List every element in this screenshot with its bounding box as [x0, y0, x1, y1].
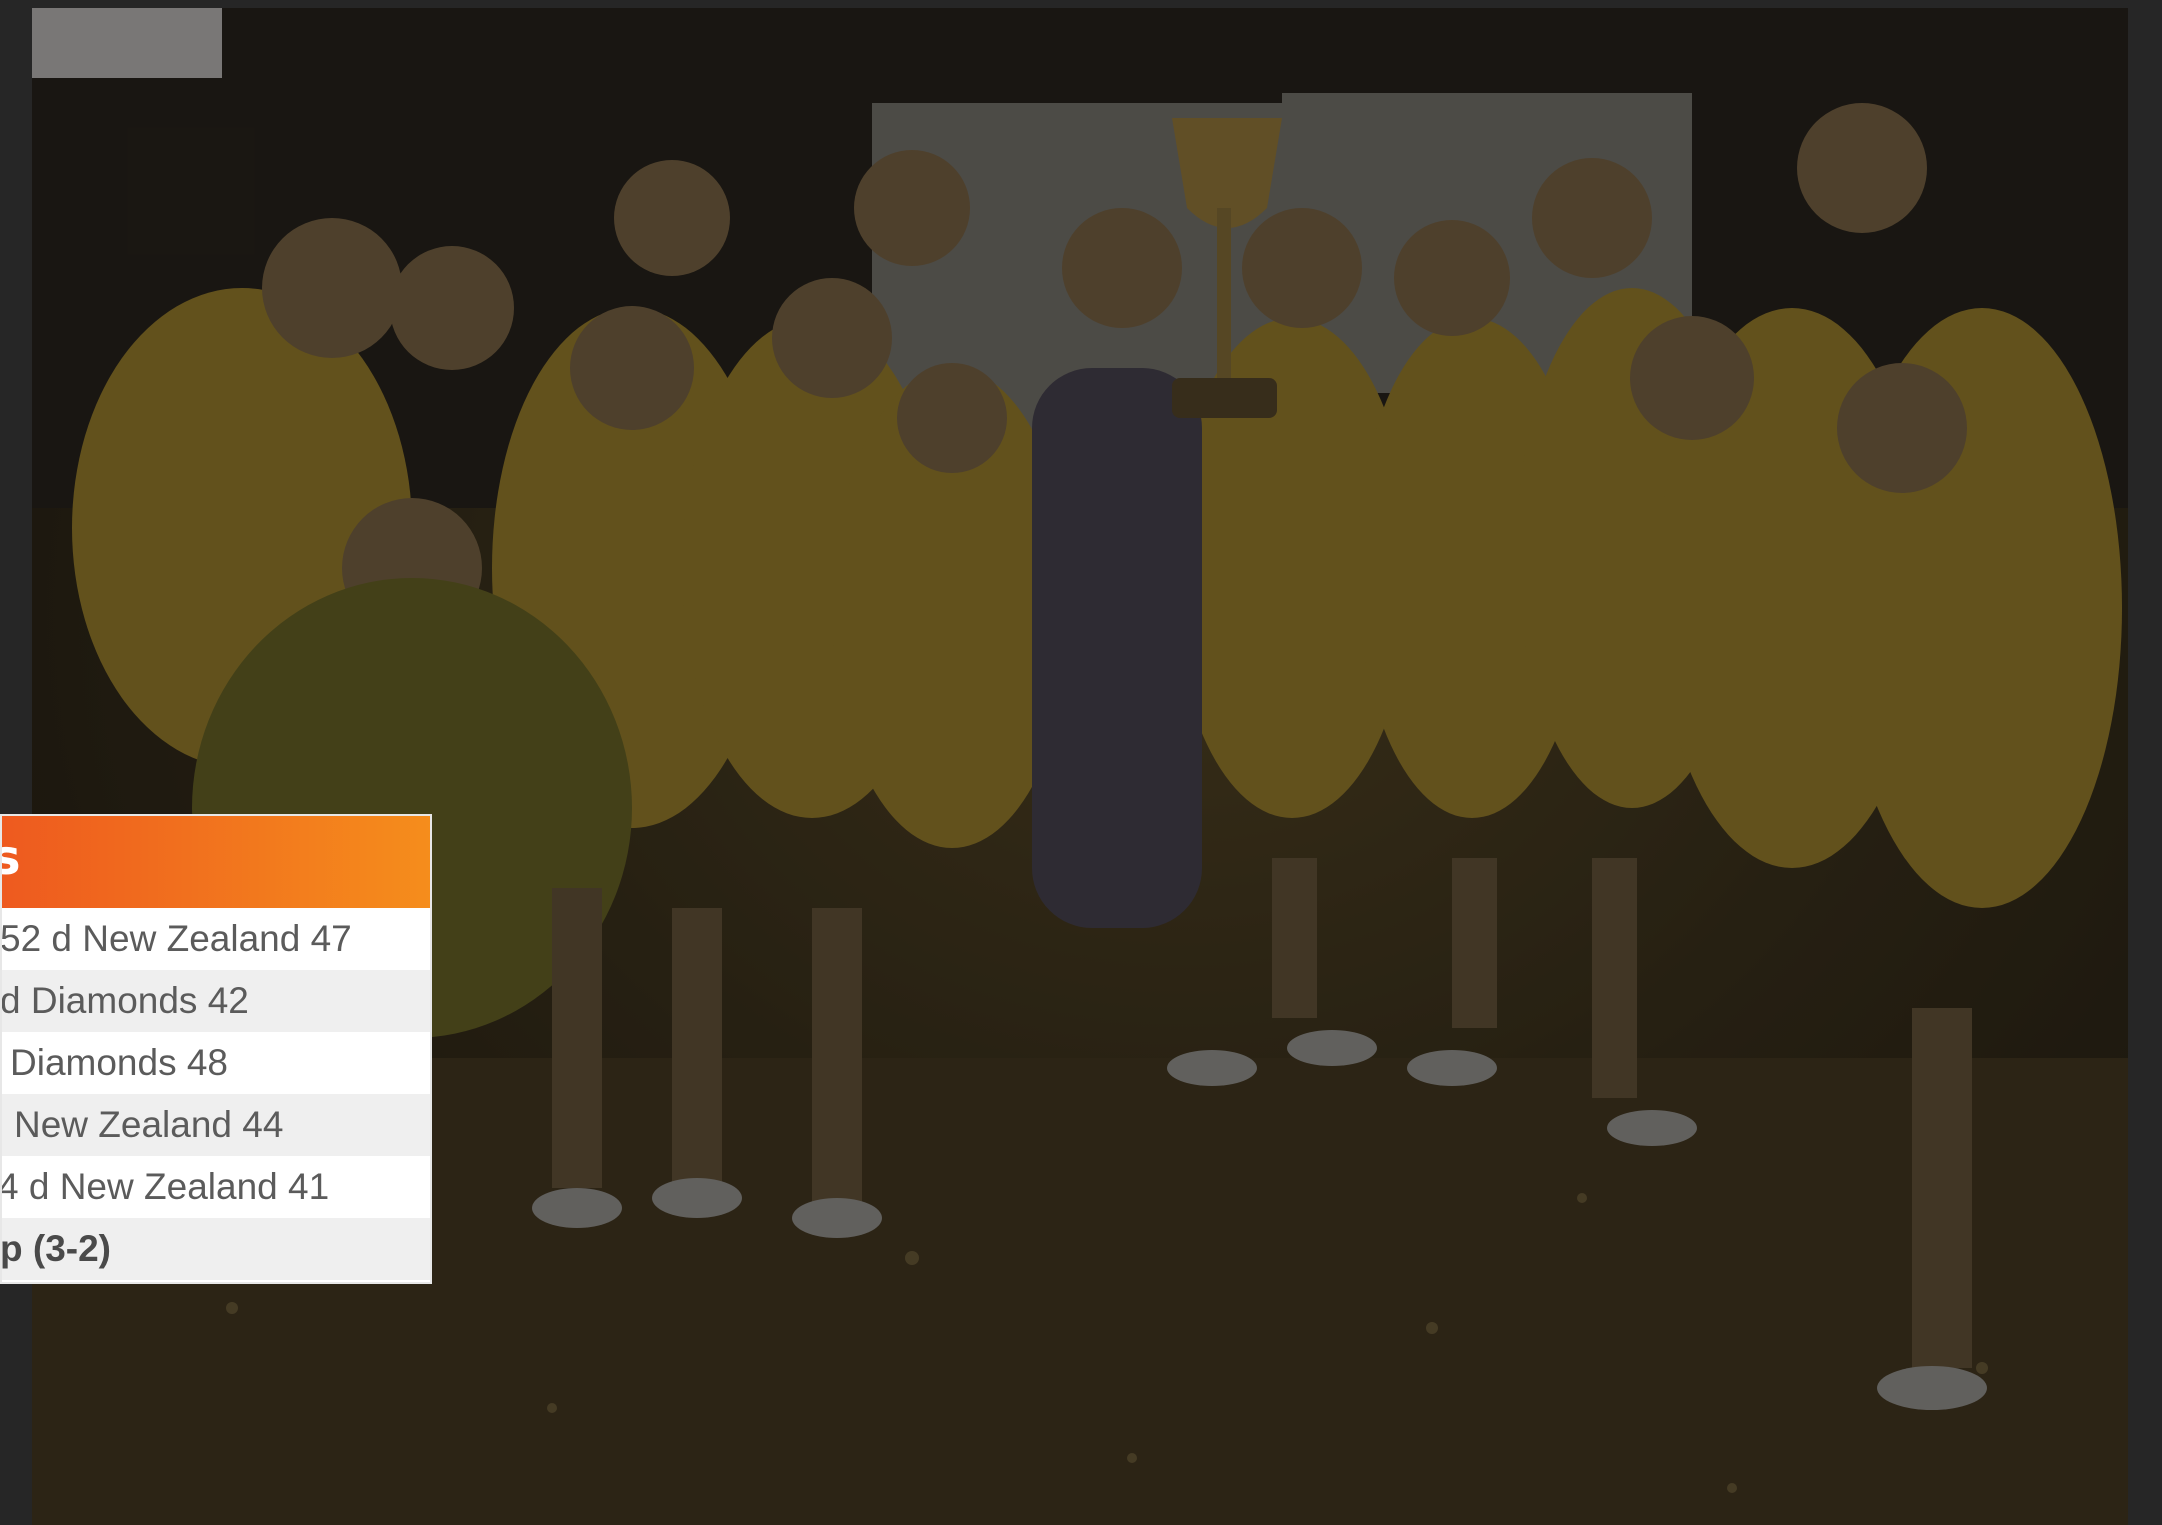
results-panel-header: s [2, 816, 430, 908]
result-row-5: 4 d New Zealand 41 [2, 1156, 430, 1218]
result-row-text: 4 d New Zealand 41 [2, 1166, 330, 1207]
result-row-text: New Zealand 44 [14, 1104, 284, 1145]
result-row-1: 52 d New Zealand 47 [2, 908, 430, 970]
results-panel-title: s [2, 830, 21, 886]
page: s 52 d New Zealand 47 d Diamonds 42 Diam… [0, 0, 2162, 1525]
results-panel: s 52 d New Zealand 47 d Diamonds 42 Diam… [0, 814, 432, 1284]
team-trophy-photo [32, 8, 2128, 1525]
photo-illustration [32, 8, 2128, 1525]
result-summary-row: p (3-2) [2, 1218, 430, 1280]
result-row-text: 52 d New Zealand 47 [2, 918, 352, 959]
photo-corner-patch [32, 8, 222, 78]
result-row-4: New Zealand 44 [2, 1094, 430, 1156]
result-summary-text: p (3-2) [2, 1228, 111, 1269]
result-row-text: Diamonds 48 [10, 1042, 229, 1083]
result-row-2: d Diamonds 42 [2, 970, 430, 1032]
result-row-text: d Diamonds 42 [2, 980, 249, 1021]
result-row-3: Diamonds 48 [2, 1032, 430, 1094]
